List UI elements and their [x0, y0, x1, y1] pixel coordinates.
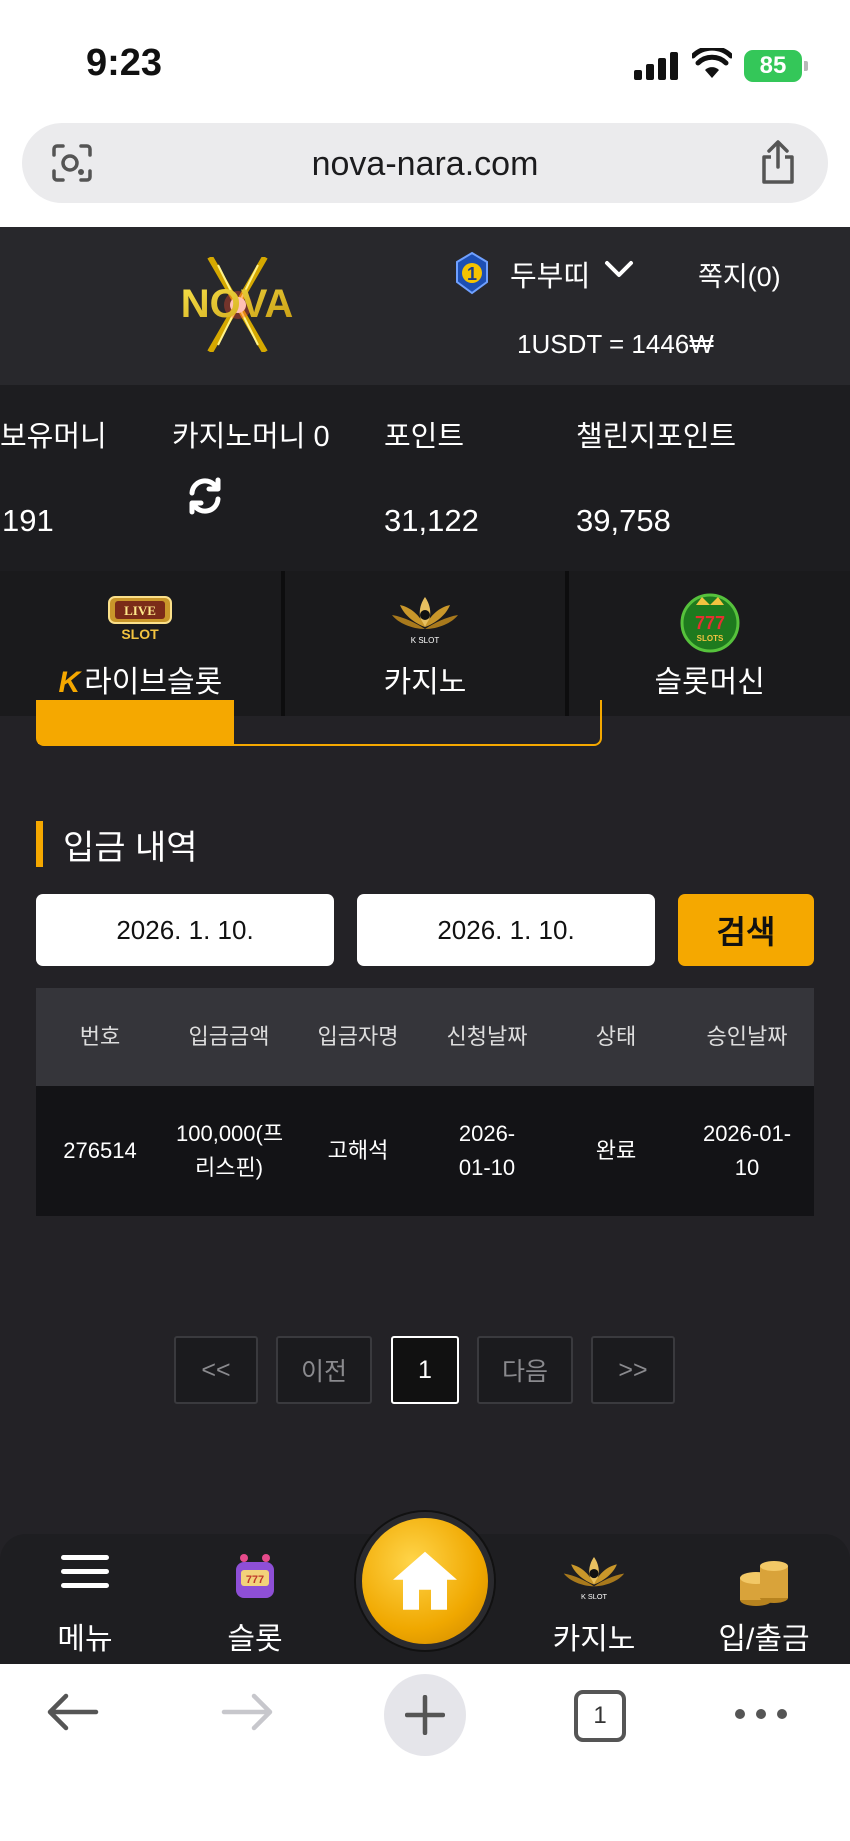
- live-slot-icon: LIVE SLOT: [108, 596, 173, 642]
- 777-slots-icon: 777 SLOTS: [680, 593, 740, 653]
- nav-slot-label: 슬롯: [227, 1623, 283, 1656]
- site-header: NOVA 1 두부띠 쪽지(0) 1USDT = 1446₩: [0, 227, 850, 385]
- cellular-signal-icon: [634, 50, 678, 80]
- current-page-button[interactable]: 1: [391, 1336, 459, 1404]
- table-row: 276514 100,000(프리스핀) 고해석 2026-01-10 완료 2…: [36, 1086, 814, 1216]
- row-number: 276514: [63, 1138, 137, 1163]
- row-approval-date: 2026-01-10: [702, 1121, 792, 1180]
- slot-machine-icon: 777: [236, 1554, 274, 1598]
- username[interactable]: 두부띠: [510, 253, 590, 295]
- hamburger-menu-icon: [61, 1555, 109, 1588]
- scrolled-summary-box: [36, 700, 602, 746]
- deposit-history-table: 번호 입금금액 입금자명 신청날짜 상태 승인날짜 276514 100,000…: [36, 988, 814, 1216]
- casino-money-label: 카지노머니 0: [172, 421, 330, 453]
- row-request-date: 2026-01-10: [458, 1121, 516, 1180]
- nav-slot[interactable]: 777 슬롯: [185, 1534, 325, 1664]
- next-page-button[interactable]: 다음: [477, 1336, 573, 1404]
- prev-page-button[interactable]: 이전: [276, 1336, 372, 1404]
- challenge-point-value: 39,758: [576, 503, 671, 538]
- tabs-button[interactable]: 1: [574, 1690, 626, 1742]
- row-amount: 100,000(프리스핀): [176, 1121, 284, 1180]
- nav-deposit-withdraw-label: 입/출금: [718, 1623, 810, 1656]
- more-icon[interactable]: [734, 1708, 788, 1720]
- point-value: 31,122: [384, 503, 479, 538]
- search-button[interactable]: 검색: [678, 894, 814, 966]
- column-header: 입금자명: [317, 1024, 399, 1049]
- rank-badge-icon: 1: [456, 251, 488, 295]
- home-button[interactable]: [356, 1512, 494, 1650]
- status-time: 9:23: [86, 42, 163, 84]
- section-accent-bar: [36, 821, 43, 867]
- start-date-input[interactable]: 2026. 1. 10.: [36, 894, 334, 966]
- column-header: 상태: [595, 1024, 637, 1049]
- game-category-tabs: LIVE SLOT K 라이브슬롯 K SLOT 카지노 777 SLOTS 슬롯…: [0, 571, 850, 716]
- svg-text:777: 777: [695, 613, 725, 633]
- row-status: 완료: [595, 1138, 637, 1163]
- nav-menu[interactable]: 메뉴: [15, 1534, 155, 1664]
- coin-stack-icon: [740, 1561, 788, 1606]
- column-header: 입금금액: [188, 1024, 270, 1049]
- share-icon[interactable]: [758, 139, 798, 185]
- column-header: 번호: [79, 1024, 121, 1049]
- browser-url-area: nova-nara.com: [0, 115, 850, 227]
- kslot-lotus-icon: K SLOT: [392, 597, 458, 645]
- plus-icon: [405, 1695, 445, 1735]
- deposit-history-title: 입금 내역: [63, 828, 198, 867]
- svg-text:SLOTS: SLOTS: [696, 634, 723, 643]
- refresh-icon[interactable]: [186, 477, 224, 515]
- exchange-rate: 1USDT = 1446₩: [517, 329, 714, 359]
- url-text[interactable]: nova-nara.com: [22, 145, 828, 184]
- first-page-button[interactable]: <<: [174, 1336, 258, 1404]
- tab-slot-machine[interactable]: 777 SLOTS 슬롯머신: [569, 571, 850, 716]
- logo-text: NOVA: [181, 282, 294, 326]
- chevron-down-icon[interactable]: [604, 259, 634, 279]
- svg-text:K SLOT: K SLOT: [581, 1592, 607, 1601]
- svg-text:SLOT: SLOT: [122, 626, 160, 642]
- section-title: 입금 내역: [36, 820, 198, 868]
- kslot-lotus-icon: K SLOT: [563, 1557, 625, 1601]
- column-header: 신청날짜: [446, 1024, 528, 1049]
- k-brand-icon: K: [58, 666, 81, 699]
- svg-text:1: 1: [467, 264, 477, 284]
- tab-casino-label: 카지노: [383, 666, 467, 699]
- point-label: 포인트: [384, 421, 465, 453]
- end-date-input[interactable]: 2026. 1. 10.: [357, 894, 655, 966]
- row-depositor: 고해석: [327, 1138, 389, 1163]
- holding-money-label: 보유머니: [0, 421, 107, 453]
- tab-live-slot[interactable]: LIVE SLOT K 라이브슬롯: [0, 571, 285, 716]
- home-icon: [393, 1551, 457, 1610]
- balance-panel: 보유머니 191 카지노머니 0 포인트 31,122 챌린지포인트 39,75…: [0, 385, 850, 571]
- tab-casino[interactable]: K SLOT 카지노: [285, 571, 570, 716]
- tab-slot-machine-label: 슬롯머신: [654, 666, 765, 699]
- nav-menu-label: 메뉴: [57, 1623, 113, 1656]
- url-bar[interactable]: nova-nara.com: [22, 123, 828, 203]
- svg-text:K SLOT: K SLOT: [411, 636, 440, 645]
- nav-deposit-withdraw[interactable]: 입/출금: [694, 1534, 834, 1664]
- nav-casino-label: 카지노: [552, 1623, 636, 1656]
- column-header: 승인날짜: [706, 1024, 788, 1049]
- nova-logo[interactable]: NOVA: [150, 257, 325, 352]
- svg-text:LIVE: LIVE: [124, 603, 156, 618]
- messages-link[interactable]: 쪽지(0): [698, 255, 781, 294]
- tab-live-slot-label: 라이브슬롯: [84, 666, 223, 699]
- status-bar: 9:23 85: [0, 0, 850, 115]
- back-arrow-icon[interactable]: [44, 1692, 100, 1732]
- new-tab-button[interactable]: [384, 1674, 466, 1756]
- browser-toolbar: 1: [0, 1664, 850, 1841]
- holding-money-value: 191: [2, 503, 54, 538]
- battery-icon: 85: [744, 50, 808, 82]
- challenge-point-label: 챌린지포인트: [576, 421, 737, 453]
- table-header: 번호 입금금액 입금자명 신청날짜 상태 승인날짜: [36, 988, 814, 1086]
- svg-text:777: 777: [246, 1574, 264, 1586]
- forward-arrow-icon[interactable]: [220, 1692, 276, 1732]
- wifi-icon: [692, 48, 732, 78]
- nav-casino[interactable]: K SLOT 카지노: [524, 1534, 664, 1664]
- last-page-button[interactable]: >>: [591, 1336, 675, 1404]
